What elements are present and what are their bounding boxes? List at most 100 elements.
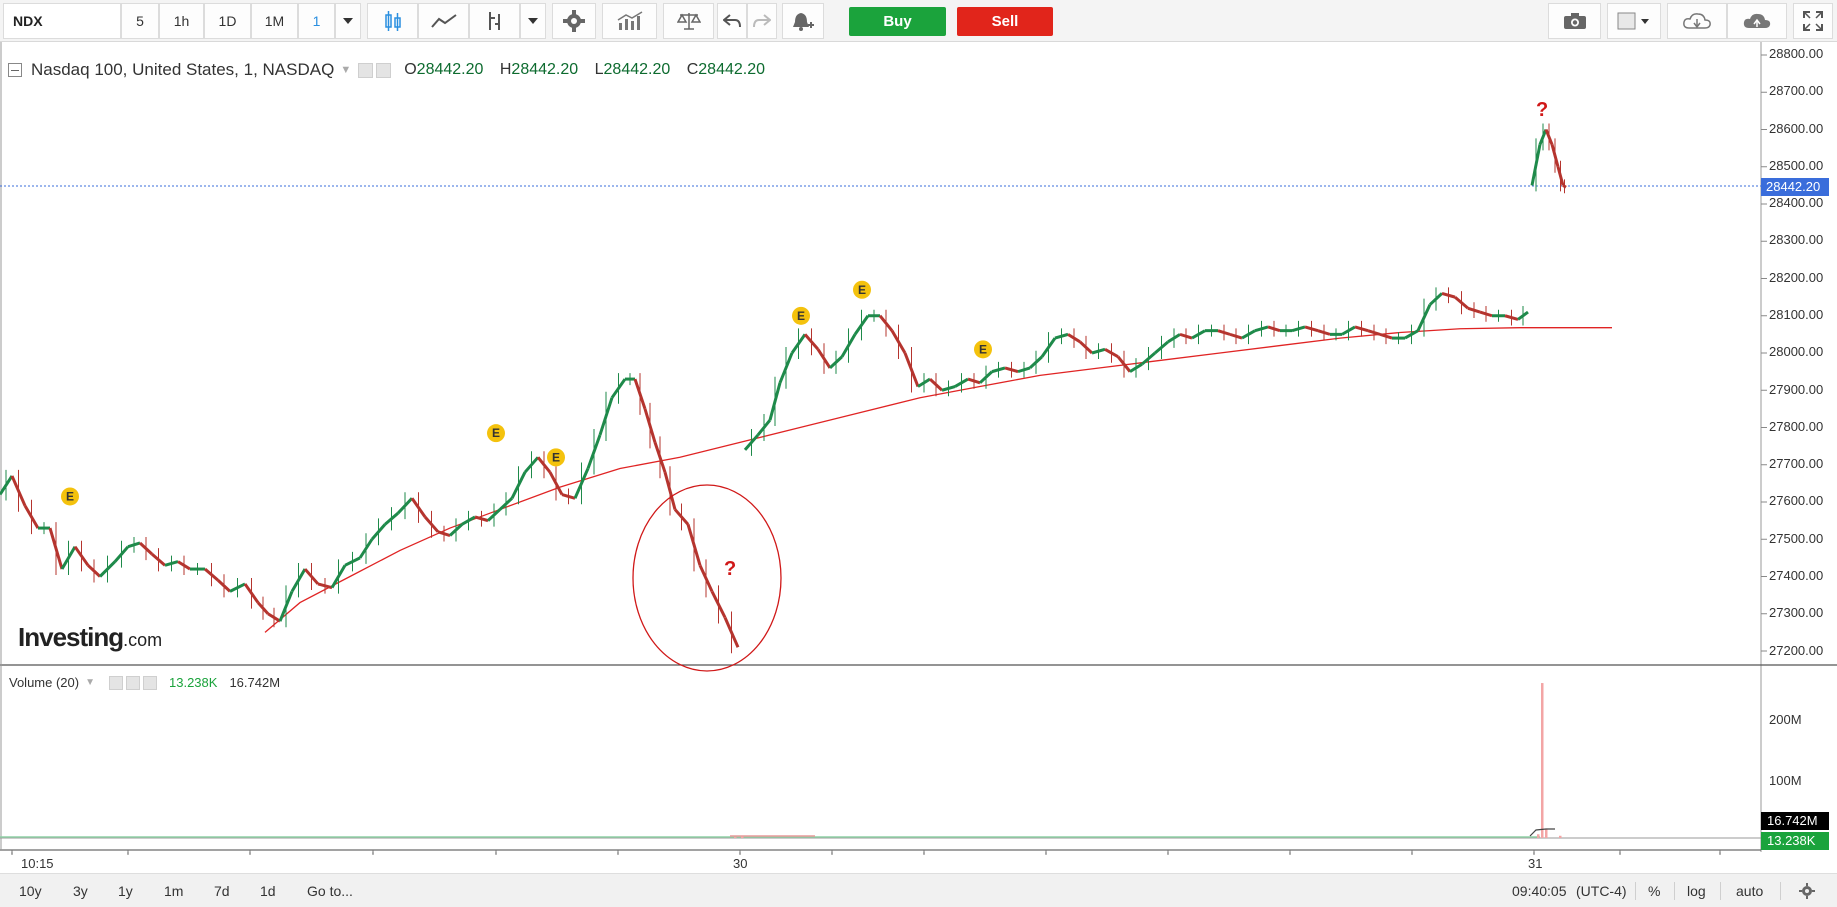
collapse-legend-button[interactable] (8, 63, 22, 77)
volume-bar (1537, 834, 1540, 838)
time-label: 10:15 (21, 856, 54, 871)
separator (1674, 882, 1675, 900)
price-label: 27900.00 (1769, 382, 1824, 397)
low-value: 28442.20 (603, 61, 671, 78)
volume-bar (1545, 829, 1548, 838)
price-label: 27500.00 (1769, 531, 1824, 546)
high-value: 28442.20 (511, 61, 579, 78)
open-value: 28442.20 (416, 61, 484, 78)
logo-brand: Investing (18, 622, 124, 652)
settings-button[interactable] (1799, 874, 1815, 907)
timezone-button[interactable]: (UTC-4) (1576, 874, 1627, 907)
time-tick-dot (1533, 852, 1535, 854)
question-mark-annotation-top[interactable]: ? (1536, 99, 1548, 121)
gear-icon (1799, 883, 1815, 899)
close-icon[interactable] (143, 675, 157, 690)
time-tick-dot (1411, 852, 1413, 854)
separator (1720, 882, 1721, 900)
price-label: 27200.00 (1769, 643, 1824, 658)
volume-bar (741, 836, 744, 838)
volume-bar (1559, 835, 1562, 838)
price-label: 28000.00 (1769, 344, 1824, 359)
price-scale[interactable]: 28800.00 28700.00 28600.00 28500.00 2840… (1761, 42, 1837, 852)
time-tick-dot (1045, 852, 1047, 854)
time-tick-dot (1167, 852, 1169, 854)
price-label: 28200.00 (1769, 270, 1824, 285)
earnings-marker-label: E (552, 450, 560, 464)
price-label: 28500.00 (1769, 158, 1824, 173)
eye-icon[interactable] (109, 675, 123, 690)
volume-value-2: 16.742M (229, 675, 281, 690)
earnings-marker-label: E (858, 283, 866, 297)
volume-tag-total: 16.742M (1761, 812, 1829, 830)
eye-icon[interactable] (358, 62, 374, 78)
clock: 09:40:05 (1512, 883, 1567, 899)
range-1m-button[interactable]: 1m (164, 874, 183, 907)
low-label: L (594, 61, 604, 78)
time-tick-dot (495, 852, 497, 854)
price-label: 28400.00 (1769, 195, 1824, 210)
earnings-marker-label: E (66, 489, 74, 503)
price-label: 27600.00 (1769, 493, 1824, 508)
close-label: C (686, 61, 699, 78)
earnings-marker-label: E (797, 309, 805, 323)
time-label: 31 (1528, 856, 1543, 871)
price-label: 27800.00 (1769, 419, 1824, 434)
open-label: O (404, 61, 417, 78)
instrument-name: Nasdaq 100, United States, 1, NASDAQ (31, 60, 335, 79)
volume-title: Volume (20) (9, 675, 80, 690)
gear-icon[interactable] (376, 62, 392, 78)
gear-icon[interactable] (126, 675, 140, 690)
earnings-marker-label: E (492, 426, 500, 440)
range-1d-button[interactable]: 1d (260, 874, 276, 907)
volume-scale-label: 100M (1769, 773, 1802, 788)
range-1y-button[interactable]: 1y (118, 874, 133, 907)
time-tick-dot (1719, 852, 1721, 854)
volume-bar (734, 836, 737, 838)
price-label: 28100.00 (1769, 307, 1824, 322)
time-tick-dot (11, 852, 13, 854)
range-3y-button[interactable]: 3y (73, 874, 88, 907)
log-toggle[interactable]: log (1687, 874, 1706, 907)
price-label: 27300.00 (1769, 605, 1824, 620)
price-label: 28300.00 (1769, 232, 1824, 247)
ohlc-values: O28442.20 H28442.20 L28442.20 C28442.20 (404, 61, 777, 79)
separator (1635, 882, 1636, 900)
price-label: 27700.00 (1769, 456, 1824, 471)
goto-button[interactable]: Go to... (307, 874, 353, 907)
volume-value-1: 13.238K (169, 675, 218, 690)
time-tick-dot (372, 852, 374, 854)
price-label: 28600.00 (1769, 121, 1824, 136)
chart-frame (0, 42, 1837, 852)
time-tick-dot (923, 852, 925, 854)
auto-toggle[interactable]: auto (1736, 874, 1763, 907)
user-annotations-layer: ? ? (632, 99, 1548, 672)
trading-chart-app: NDX 5 1h 1D 1M 1 Buy Sell E E E E E E ? … (0, 0, 1837, 907)
instrument-legend: Nasdaq 100, United States, 1, NASDAQ ▼ O… (8, 58, 777, 82)
time-tick-dot (831, 852, 833, 854)
percent-toggle[interactable]: % (1648, 874, 1660, 907)
moving-average-layer (264, 327, 1612, 633)
price-chart[interactable]: E E E E E E ? ? (0, 0, 1837, 907)
time-tick-dot (739, 852, 741, 854)
time-tick-dot (1619, 852, 1621, 854)
volume-bar (1541, 683, 1544, 838)
price-label: 28800.00 (1769, 46, 1824, 61)
time-label: 30 (733, 856, 748, 871)
range-7d-button[interactable]: 7d (214, 874, 230, 907)
price-label: 27400.00 (1769, 568, 1824, 583)
volume-layer (0, 683, 1562, 838)
range-10y-button[interactable]: 10y (19, 874, 42, 907)
time-tick-dot (127, 852, 129, 854)
chevron-down-icon[interactable]: ▼ (340, 64, 351, 76)
time-tick-dot (617, 852, 619, 854)
question-mark-annotation[interactable]: ? (724, 558, 736, 580)
chevron-down-icon[interactable]: ▼ (85, 677, 95, 688)
time-axis-ticks (11, 850, 1721, 855)
time-tick-dot (1289, 852, 1291, 854)
volume-legend: Volume (20) ▼ 13.238K 16.742M (9, 675, 280, 690)
price-series-layer (0, 123, 1567, 654)
current-price-tag: 28442.20 (1761, 178, 1829, 196)
logo-suffix: .com (123, 630, 163, 650)
volume-scale-label: 200M (1769, 712, 1802, 727)
